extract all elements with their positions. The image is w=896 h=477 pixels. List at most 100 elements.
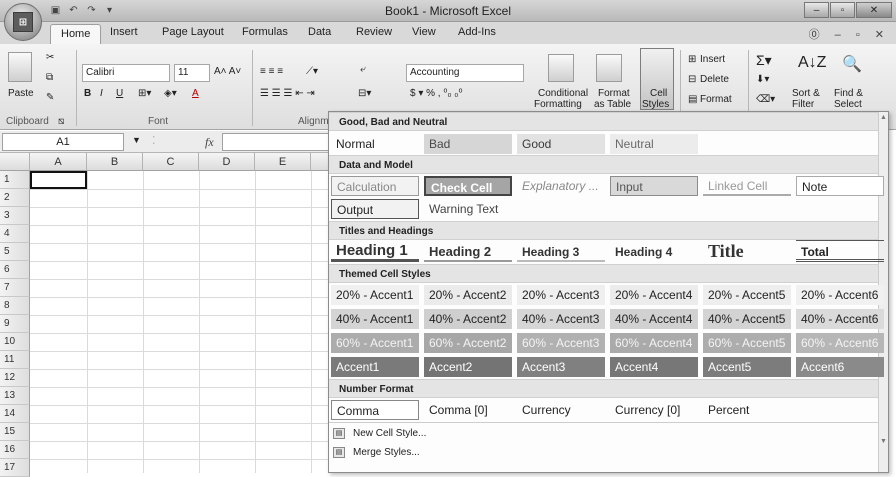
new-cell-style-menu-item[interactable]: ▤ New Cell Style...	[333, 428, 426, 439]
style-comma[interactable]: Comma	[331, 400, 419, 420]
style-percent[interactable]: Percent	[703, 400, 791, 420]
fill-icon[interactable]: ⬇▾	[756, 74, 769, 85]
style-note[interactable]: Note	[796, 176, 884, 196]
find-select-button[interactable]: Find &	[834, 88, 863, 99]
maximize-button[interactable]: ▫	[830, 2, 855, 18]
tab-page-layout[interactable]: Page Layout	[162, 26, 224, 38]
column-header[interactable]: B	[87, 153, 143, 171]
name-box-dropdown-icon[interactable]: ▼	[132, 135, 141, 145]
italic-button[interactable]: I	[100, 88, 103, 99]
row-header[interactable]: 17	[0, 459, 30, 477]
row-header[interactable]: 16	[0, 441, 30, 459]
format-painter-icon[interactable]: ✎	[46, 92, 54, 103]
conditional-formatting-button[interactable]: Conditional	[538, 88, 588, 99]
font-color-icon[interactable]: A	[192, 88, 199, 99]
tab-review[interactable]: Review	[356, 26, 392, 38]
style-neutral[interactable]: Neutral	[610, 134, 698, 154]
orientation-icon[interactable]: ⟋▾	[306, 66, 318, 77]
style-60-accent1[interactable]: 60% - Accent1	[331, 333, 419, 353]
row-header[interactable]: 11	[0, 351, 30, 369]
row-header[interactable]: 14	[0, 405, 30, 423]
sort-filter-button[interactable]: Sort &	[792, 88, 820, 99]
cell-styles-button[interactable]: Cell	[650, 88, 667, 99]
tab-formulas[interactable]: Formulas	[242, 26, 288, 38]
style-20-accent6[interactable]: 20% - Accent6	[796, 285, 884, 305]
style-total[interactable]: Total	[796, 240, 884, 262]
row-header[interactable]: 5	[0, 243, 30, 261]
underline-button[interactable]: U	[116, 88, 123, 99]
find-select-icon[interactable]: 🔍	[842, 54, 862, 74]
scroll-down-icon[interactable]: ▼	[880, 438, 887, 445]
column-header[interactable]: D	[199, 153, 255, 171]
format-as-table-button[interactable]: Format	[598, 88, 630, 99]
style-60-accent2[interactable]: 60% - Accent2	[424, 333, 512, 353]
conditional-formatting-icon[interactable]	[548, 54, 574, 82]
find-select-button-line2[interactable]: Select	[834, 99, 862, 110]
column-header[interactable]: E	[255, 153, 311, 171]
scroll-up-icon[interactable]: ▲	[880, 114, 887, 121]
delete-cells-icon[interactable]: ⊟	[688, 74, 696, 85]
column-header[interactable]: A	[30, 153, 87, 171]
copy-icon[interactable]: ⧉	[46, 72, 53, 83]
active-cell-a1[interactable]	[30, 171, 87, 189]
grow-font-icon[interactable]: A˄ A˅	[214, 66, 241, 77]
style-title[interactable]: Title	[703, 238, 791, 262]
row-header[interactable]: 4	[0, 225, 30, 243]
style-60-accent6[interactable]: 60% - Accent6	[796, 333, 884, 353]
row-header[interactable]: 2	[0, 189, 30, 207]
name-box[interactable]: A1	[2, 133, 124, 151]
office-button[interactable]: ⊞	[4, 3, 42, 41]
style-accent5[interactable]: Accent5	[703, 357, 791, 377]
style-good[interactable]: Good	[517, 134, 605, 154]
style-20-accent2[interactable]: 20% - Accent2	[424, 285, 512, 305]
fill-color-icon[interactable]: ◈▾	[164, 88, 177, 99]
insert-cells-button[interactable]: Insert	[700, 54, 725, 65]
style-bad[interactable]: Bad	[424, 134, 512, 154]
font-size-box[interactable]: 11	[174, 64, 210, 82]
cut-icon[interactable]: ✂	[46, 52, 54, 63]
tab-insert[interactable]: Insert	[110, 26, 138, 38]
style-accent2[interactable]: Accent2	[424, 357, 512, 377]
style-40-accent3[interactable]: 40% - Accent3	[517, 309, 605, 329]
font-name-box[interactable]: Calibri	[82, 64, 170, 82]
style-40-accent5[interactable]: 40% - Accent5	[703, 309, 791, 329]
row-header[interactable]: 3	[0, 207, 30, 225]
select-all-corner[interactable]	[0, 153, 30, 171]
paste-icon[interactable]	[8, 52, 32, 82]
style-heading-4[interactable]: Heading 4	[610, 240, 698, 262]
row-header[interactable]: 15	[0, 423, 30, 441]
style-accent3[interactable]: Accent3	[517, 357, 605, 377]
delete-cells-button[interactable]: Delete	[700, 74, 729, 85]
style-input[interactable]: Input	[610, 176, 698, 196]
style-accent4[interactable]: Accent4	[610, 357, 698, 377]
style-20-accent1[interactable]: 20% - Accent1	[331, 285, 419, 305]
style-explanatory[interactable]: Explanatory ...	[517, 176, 605, 196]
style-linked-cell[interactable]: Linked Cell	[703, 176, 791, 196]
format-as-table-button-line2[interactable]: as Table	[594, 99, 631, 110]
style-20-accent4[interactable]: 20% - Accent4	[610, 285, 698, 305]
insert-cells-icon[interactable]: ⊞	[688, 54, 696, 65]
number-format-box[interactable]: Accounting	[406, 64, 524, 82]
borders-icon[interactable]: ⊞▾	[138, 88, 151, 99]
autosum-icon[interactable]: Σ▾	[756, 52, 772, 69]
style-warning-text[interactable]: Warning Text	[424, 199, 512, 219]
conditional-formatting-button-line2[interactable]: Formatting	[534, 99, 582, 110]
style-heading-1[interactable]: Heading 1	[331, 240, 419, 262]
row-header[interactable]: 12	[0, 369, 30, 387]
accounting-format-icon[interactable]: $ ▾ % , ⁰₀ ₀⁰	[410, 88, 462, 99]
style-currency-0[interactable]: Currency [0]	[610, 400, 698, 420]
tab-view[interactable]: View	[412, 26, 436, 38]
style-20-accent3[interactable]: 20% - Accent3	[517, 285, 605, 305]
tab-data[interactable]: Data	[308, 26, 331, 38]
row-header[interactable]: 9	[0, 315, 30, 333]
style-currency[interactable]: Currency	[517, 400, 605, 420]
style-comma-0[interactable]: Comma [0]	[424, 400, 512, 420]
style-check-cell[interactable]: Check Cell	[424, 176, 512, 196]
sort-filter-button-line2[interactable]: Filter	[792, 99, 814, 110]
row-header[interactable]: 13	[0, 387, 30, 405]
style-calculation[interactable]: Calculation	[331, 176, 419, 196]
clipboard-launcher-icon[interactable]: ⧅	[58, 116, 64, 127]
row-header[interactable]: 7	[0, 279, 30, 297]
sort-filter-icon[interactable]: A↓Z	[798, 54, 826, 72]
clear-icon[interactable]: ⌫▾	[756, 94, 775, 105]
